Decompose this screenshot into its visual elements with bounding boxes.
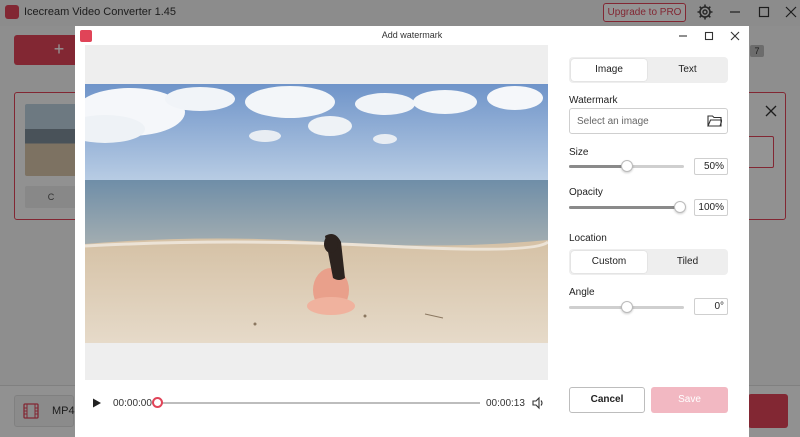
video-frame[interactable]: [85, 84, 548, 343]
tab-image[interactable]: Image: [571, 59, 647, 81]
size-label: Size: [569, 147, 589, 158]
angle-slider-knob[interactable]: [621, 301, 633, 313]
tab-text[interactable]: Text: [649, 59, 726, 81]
dialog-maximize-icon[interactable]: [703, 30, 715, 42]
location-tiled[interactable]: Tiled: [649, 251, 726, 273]
opacity-slider-fill: [569, 206, 680, 209]
watermark-label: Watermark: [569, 95, 618, 106]
folder-icon[interactable]: [707, 114, 722, 127]
save-button[interactable]: Save: [651, 387, 728, 413]
opacity-slider-knob[interactable]: [674, 201, 686, 213]
angle-label: Angle: [569, 287, 595, 298]
current-time: 00:00:00: [113, 398, 152, 409]
size-slider-fill: [569, 165, 627, 168]
size-value[interactable]: 50%: [694, 158, 728, 175]
opacity-value[interactable]: 100%: [694, 199, 728, 216]
opacity-label: Opacity: [569, 187, 603, 198]
duration-time: 00:00:13: [486, 398, 525, 409]
cancel-button[interactable]: Cancel: [569, 387, 645, 413]
speaker-icon[interactable]: [531, 396, 545, 410]
location-custom[interactable]: Custom: [571, 251, 647, 273]
angle-value[interactable]: 0°: [694, 298, 728, 315]
dialog-close-icon[interactable]: [729, 30, 741, 42]
play-icon[interactable]: [89, 396, 103, 410]
watermark-image-placeholder: Select an image: [577, 116, 649, 127]
seek-track[interactable]: [158, 402, 480, 404]
dialog-title: Add watermark: [381, 30, 443, 40]
dialog-minimize-icon[interactable]: [677, 30, 689, 42]
location-label: Location: [569, 233, 607, 244]
seek-knob[interactable]: [152, 397, 163, 408]
beach-scene-image: [85, 84, 548, 343]
size-slider-knob[interactable]: [621, 160, 633, 172]
